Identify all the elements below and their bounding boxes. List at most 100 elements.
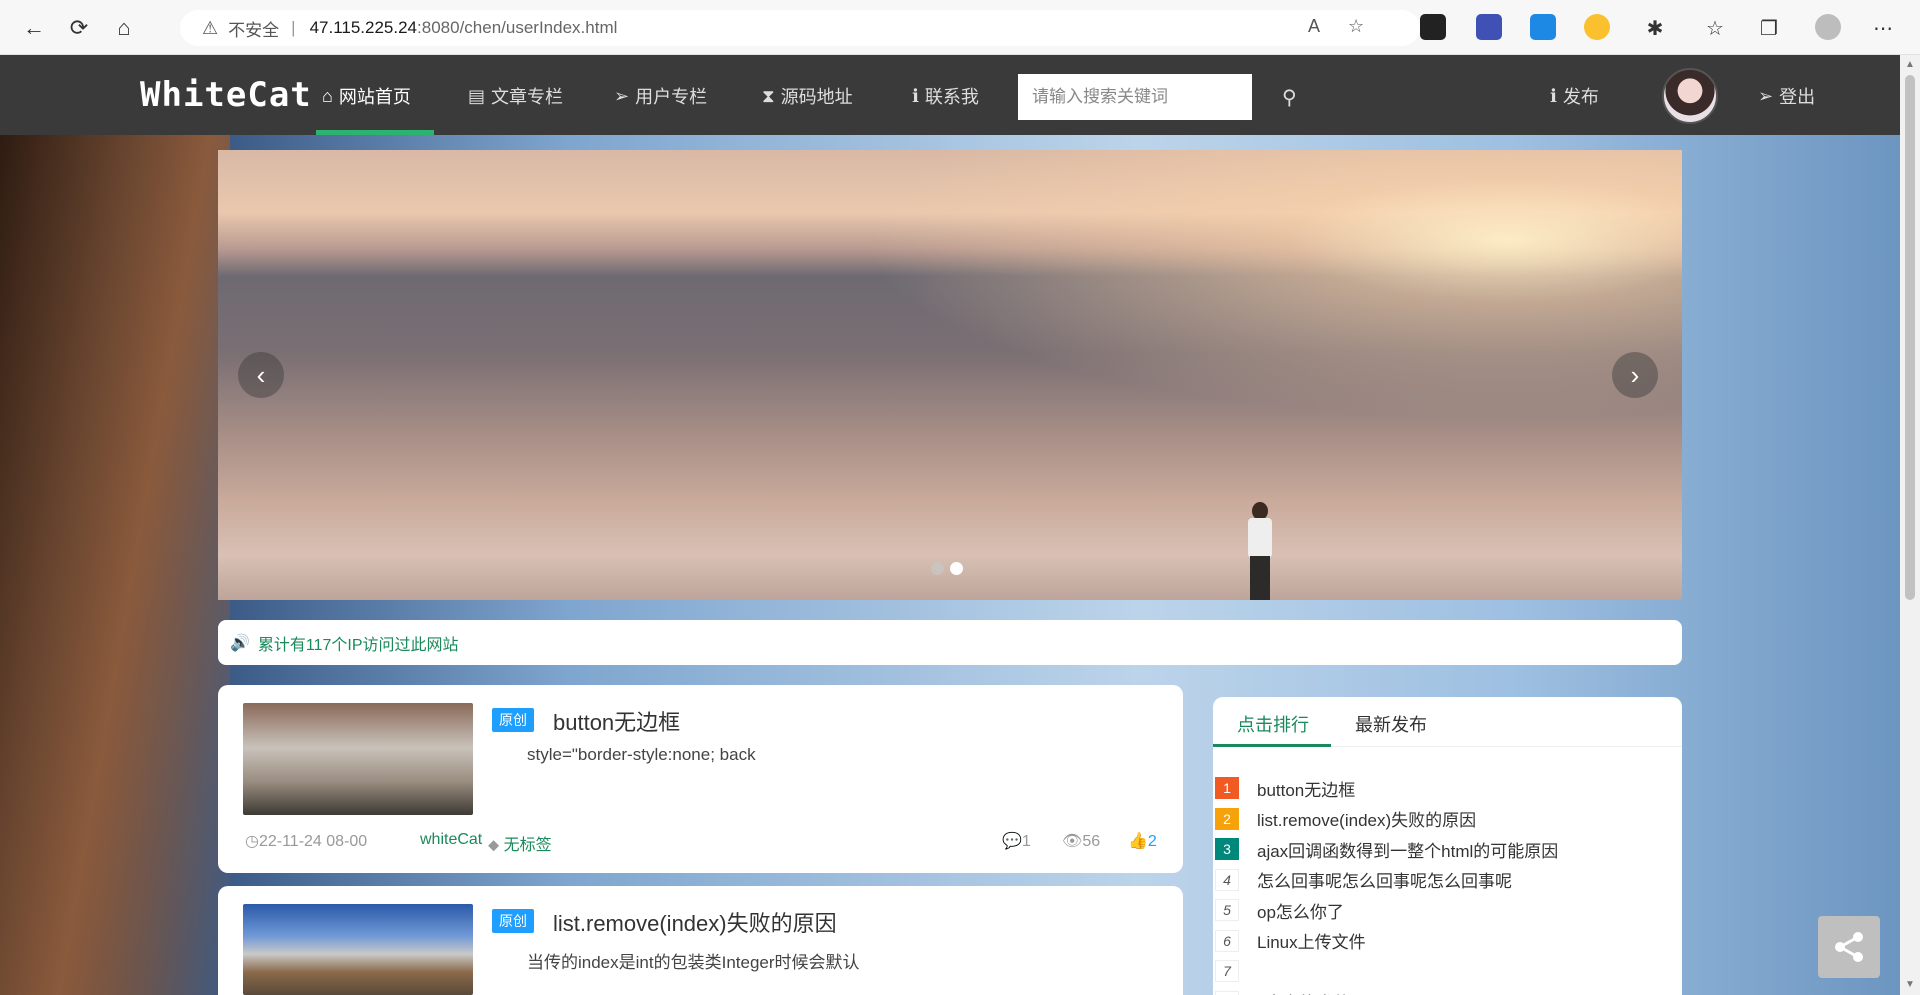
url-path: :8080/chen/userIndex.html [417, 18, 618, 37]
ranking-item[interactable]: 2 list.remove(index)失败的原因 [1213, 806, 1682, 832]
article-comments[interactable]: 💬1 [1002, 831, 1031, 851]
address-bar[interactable]: ⚠ 不安全 | 47.115.225.24 :8080/chen/userInd… [180, 10, 1420, 46]
ranking-item[interactable]: 4 怎么回事呢怎么回事呢怎么回事呢 [1213, 867, 1682, 893]
ranking-item[interactable]: 1 button无边框 [1213, 775, 1682, 801]
page-scrollbar[interactable]: ▲ ▼ [1900, 55, 1920, 995]
extension-icon[interactable] [1420, 14, 1446, 40]
nav-item-contact[interactable]: ℹ 联系我 [912, 83, 979, 109]
ranking-title[interactable]: button无边框 [1257, 776, 1355, 801]
browser-toolbar: ← ⟳ ⌂ ⚠ 不安全 | 47.115.225.24 :8080/chen/u… [0, 0, 1920, 55]
tab-click-ranking[interactable]: 点击排行 [1237, 711, 1309, 737]
tag-icon: ⬥ [488, 837, 500, 854]
site-header: WhiteCat ⌂ 网站首页 ▤ 文章专栏 ➢ 用户专栏 ⧗ 源码地址 ℹ 联… [0, 55, 1920, 135]
share-button[interactable] [1818, 916, 1880, 978]
publish-button[interactable]: ℹ 发布 [1550, 83, 1599, 109]
search-icon[interactable]: ⚲ [1282, 85, 1297, 110]
article-title[interactable]: button无边框 [553, 705, 680, 737]
comment-icon: 💬 [1002, 833, 1022, 850]
scroll-up-icon[interactable]: ▲ [1905, 59, 1915, 70]
article-thumbnail[interactable] [243, 904, 473, 995]
ranking-title[interactable]: k肯定能发的啊 [1257, 989, 1368, 995]
nav-item-home[interactable]: ⌂ 网站首页 [322, 83, 411, 109]
scrollbar-thumb[interactable] [1905, 75, 1915, 600]
banner-person-figure [1240, 500, 1278, 600]
article-thumbnail[interactable] [243, 703, 473, 815]
share-icon [1835, 932, 1863, 962]
security-label: 不安全 [228, 20, 280, 40]
ranking-title[interactable]: 怎么回事呢怎么回事呢怎么回事呢 [1257, 867, 1512, 892]
nav-item-source[interactable]: ⧗ 源码地址 [762, 83, 853, 109]
home-icon: ⌂ [322, 85, 333, 106]
extension-icon[interactable] [1476, 14, 1502, 40]
ranking-item[interactable]: 5 op怎么你了 [1213, 897, 1682, 923]
ranking-item[interactable]: 3 ajax回调函数得到一整个html的可能原因 [1213, 836, 1682, 862]
search-input[interactable] [1018, 74, 1252, 120]
article-likes[interactable]: 👍2 [1128, 831, 1157, 851]
info-icon: ℹ [1550, 85, 1557, 106]
extension-icon[interactable] [1584, 14, 1610, 40]
ranking-title[interactable]: ajax回调函数得到一整个html的可能原因 [1257, 837, 1558, 862]
ranking-number: 7 [1215, 960, 1239, 982]
nav-item-users[interactable]: ➢ 用户专栏 [614, 83, 707, 109]
extensions-puzzle-icon[interactable]: ✱ [1637, 10, 1673, 46]
clock-icon: ◷ [245, 833, 259, 850]
article-summary: style="border-style:none; back [527, 745, 756, 764]
carousel-next-button[interactable]: › [1612, 352, 1658, 398]
ranking-item[interactable]: 7 [1213, 958, 1682, 984]
article-title[interactable]: list.remove(index)失败的原因 [553, 906, 837, 938]
back-icon[interactable]: ← [16, 10, 52, 46]
ranking-title[interactable]: Linux上传文件 [1257, 928, 1366, 953]
article-date: ◷22-11-24 08-00 [245, 833, 368, 850]
favorite-add-icon[interactable]: ☆ [1348, 16, 1364, 37]
home-icon[interactable]: ⌂ [106, 10, 142, 46]
ranking-number: 8 [1215, 990, 1239, 995]
paper-plane-icon: ➢ [1758, 85, 1774, 106]
ranking-tabs: 点击排行 最新发布 [1213, 697, 1682, 747]
nav-label: 源码地址 [780, 87, 853, 107]
article-author[interactable]: whiteCat [420, 831, 482, 849]
site-logo[interactable]: WhiteCat [140, 75, 312, 115]
avatar[interactable] [1662, 68, 1718, 124]
ranking-panel: 点击排行 最新发布 1 button无边框 2 list.remove(index)失… [1213, 697, 1682, 995]
article-tag[interactable]: ⬥ 无标签 [488, 831, 552, 855]
article-views: 👁56 [1062, 833, 1101, 850]
article-card[interactable]: 原创 list.remove(index)失败的原因 当传的index是int的… [218, 886, 1183, 995]
extension-icon[interactable] [1530, 14, 1556, 40]
nav-label: 网站首页 [338, 87, 411, 107]
speaker-icon: 🔊 [230, 634, 250, 652]
ranking-number: 4 [1215, 868, 1239, 891]
read-aloud-icon[interactable]: A [1308, 16, 1320, 37]
address-separator: | [291, 18, 296, 37]
ranking-number: 2 [1215, 807, 1239, 830]
info-icon: ℹ [912, 85, 919, 106]
publish-label: 发布 [1562, 87, 1599, 107]
warning-icon: ⚠ [202, 17, 219, 38]
banner-carousel[interactable]: ‹ › [218, 150, 1682, 600]
original-badge: 原创 [492, 909, 534, 933]
paper-plane-icon: ➢ [614, 85, 630, 106]
carousel-dot[interactable] [931, 562, 944, 575]
article-card[interactable]: 原创 button无边框 style="border-style:none; b… [218, 685, 1183, 873]
ranking-number: 6 [1215, 929, 1239, 952]
ranking-title[interactable]: list.remove(index)失败的原因 [1257, 806, 1476, 831]
carousel-dot-active[interactable] [950, 562, 963, 575]
ranking-number: 3 [1215, 838, 1239, 860]
ranking-item[interactable]: 8 k肯定能发的啊 [1213, 989, 1682, 995]
logout-label: 登出 [1779, 87, 1816, 107]
nav-label: 文章专栏 [491, 87, 564, 107]
ranking-title[interactable]: op怎么你了 [1257, 898, 1344, 923]
hourglass-icon: ⧗ [762, 85, 775, 106]
profile-icon[interactable] [1815, 14, 1841, 40]
scroll-down-icon[interactable]: ▼ [1905, 979, 1915, 990]
carousel-prev-button[interactable]: ‹ [238, 352, 284, 398]
document-icon: ▤ [468, 85, 486, 106]
nav-item-articles[interactable]: ▤ 文章专栏 [468, 83, 563, 109]
tab-latest[interactable]: 最新发布 [1355, 711, 1427, 737]
more-menu-icon[interactable]: ⋯ [1865, 10, 1901, 46]
ranking-item[interactable]: 6 Linux上传文件 [1213, 928, 1682, 954]
favorites-icon[interactable]: ☆ [1697, 10, 1733, 46]
logout-button[interactable]: ➢ 登出 [1758, 83, 1815, 109]
ranking-number: 1 [1215, 777, 1239, 799]
refresh-icon[interactable]: ⟳ [61, 10, 97, 46]
collections-icon[interactable]: ❐ [1751, 10, 1787, 46]
